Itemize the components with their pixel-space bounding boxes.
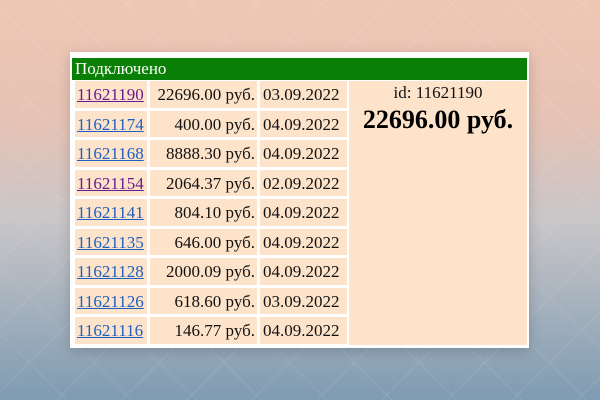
- detail-id: id: 11621190: [393, 83, 483, 102]
- payment-date: 03.09.2022: [260, 81, 347, 108]
- payment-detail-panel: id: 11621190 22696.00 руб.: [349, 81, 527, 345]
- payment-id-link[interactable]: 11621126: [77, 292, 144, 311]
- payment-id-cell: 11621190: [75, 81, 147, 108]
- payment-amount: 2000.09 руб.: [150, 258, 257, 285]
- table-row: 11621174 400.00 руб. 04.09.2022: [75, 110, 347, 137]
- payment-id-link[interactable]: 11621128: [77, 262, 144, 281]
- payment-id-cell: 11621168: [75, 140, 147, 167]
- payment-date: 02.09.2022: [260, 169, 347, 196]
- payment-date: 03.09.2022: [260, 287, 347, 314]
- payments-window: Подключено 11621190 22696.00 руб. 03.09.20…: [70, 52, 529, 348]
- payment-id-cell: 11621126: [75, 287, 147, 314]
- payment-id-link[interactable]: 11621116: [77, 321, 143, 340]
- payment-date: 04.09.2022: [260, 317, 347, 344]
- payment-amount: 400.00 руб.: [150, 110, 257, 137]
- payment-id-cell: 11621174: [75, 110, 147, 137]
- payment-id-cell: 11621128: [75, 258, 147, 285]
- payment-id-cell: 11621116: [75, 317, 147, 344]
- payment-date: 04.09.2022: [260, 258, 347, 285]
- detail-amount: 22696.00 руб.: [362, 105, 514, 134]
- table-row: 11621141 804.10 руб. 04.09.2022: [75, 199, 347, 226]
- payment-id-link[interactable]: 11621154: [77, 174, 144, 193]
- payment-date: 04.09.2022: [260, 140, 347, 167]
- table-row: 11621135 646.00 руб. 04.09.2022: [75, 228, 347, 255]
- payment-amount: 2064.37 руб.: [150, 169, 257, 196]
- table-row: 11621126 618.60 руб. 03.09.2022: [75, 287, 347, 314]
- payment-id-link[interactable]: 11621168: [77, 144, 144, 163]
- payment-amount: 646.00 руб.: [150, 228, 257, 255]
- payment-amount: 804.10 руб.: [150, 199, 257, 226]
- payment-id-cell: 11621135: [75, 228, 147, 255]
- table-row: 11621128 2000.09 руб. 04.09.2022: [75, 258, 347, 285]
- table-row: 11621168 8888.30 руб. 04.09.2022: [75, 140, 347, 167]
- payment-id-link[interactable]: 11621190: [77, 85, 144, 104]
- payment-id-cell: 11621141: [75, 199, 147, 226]
- payment-amount: 146.77 руб.: [150, 317, 257, 344]
- payment-id-link[interactable]: 11621174: [77, 115, 144, 134]
- payment-id-link[interactable]: 11621141: [77, 203, 144, 222]
- payment-date: 04.09.2022: [260, 110, 347, 137]
- payment-id-cell: 11621154: [75, 169, 147, 196]
- connection-status-bar: Подключено: [72, 58, 527, 80]
- table-row: 11621154 2064.37 руб. 02.09.2022: [75, 169, 347, 196]
- payment-amount: 22696.00 руб.: [150, 81, 257, 108]
- payments-table: 11621190 22696.00 руб. 03.09.2022 11621174 4…: [75, 81, 347, 347]
- payment-amount: 618.60 руб.: [150, 287, 257, 314]
- table-row: 11621190 22696.00 руб. 03.09.2022: [75, 81, 347, 108]
- payment-amount: 8888.30 руб.: [150, 140, 257, 167]
- payment-date: 04.09.2022: [260, 199, 347, 226]
- payment-date: 04.09.2022: [260, 228, 347, 255]
- table-row: 11621116 146.77 руб. 04.09.2022: [75, 317, 347, 344]
- payment-id-link[interactable]: 11621135: [77, 233, 144, 252]
- connection-status-text: Подключено: [75, 59, 167, 78]
